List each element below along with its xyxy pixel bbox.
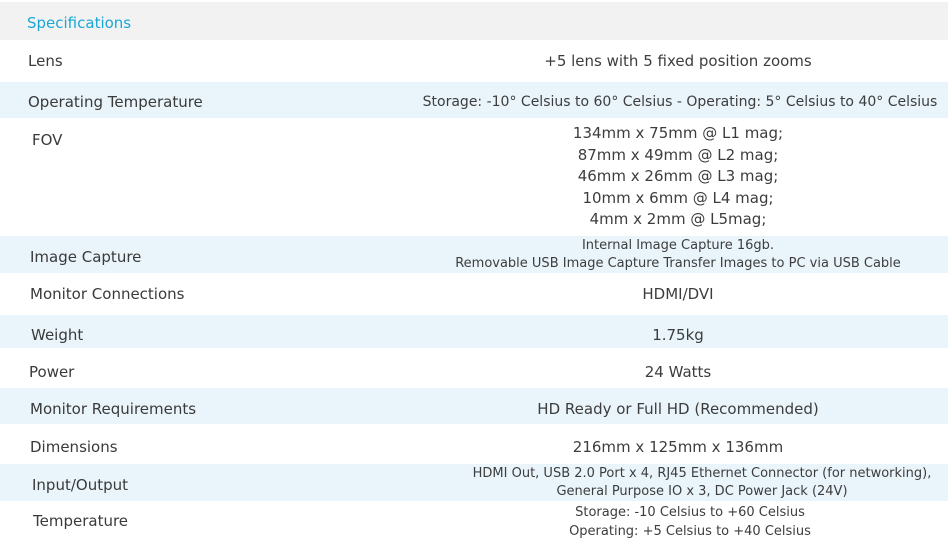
spec-row-fov: FOV 134mm x 75mm @ L1 mag; 87mm x 49mm @… — [0, 119, 948, 235]
spec-row-input-output: Input/Output HDMI Out, USB 2.0 Port x 4,… — [0, 464, 948, 501]
spec-label: Lens — [28, 52, 63, 70]
specifications-header: Specifications — [0, 2, 948, 40]
spec-row-temperature: Temperature Storage: -10 Celsius to +60 … — [0, 502, 948, 542]
spec-row-weight: Weight 1.75kg — [0, 315, 948, 348]
spec-value: 1.75kg — [410, 326, 946, 344]
spec-value: 216mm x 125mm x 136mm — [410, 438, 946, 456]
spec-value: HDMI/DVI — [410, 285, 946, 303]
spec-value-line: Removable USB Image Capture Transfer Ima… — [455, 255, 901, 271]
spec-row-monitor-connections: Monitor Connections HDMI/DVI — [0, 274, 948, 314]
spec-value-line: HDMI/DVI — [642, 285, 714, 303]
spec-value-line: 4mm x 2mm @ L5mag; — [589, 210, 767, 228]
spec-label: Operating Temperature — [28, 93, 203, 111]
spec-label: Weight — [31, 326, 84, 344]
spec-row-image-capture: Image Capture Internal Image Capture 16g… — [0, 236, 948, 273]
spec-value-line: Storage: -10° Celsius to 60° Celsius - O… — [422, 94, 938, 110]
spec-row-dimensions: Dimensions 216mm x 125mm x 136mm — [0, 425, 948, 463]
spec-value-line: HDMI Out, USB 2.0 Port x 4, RJ45 Etherne… — [472, 466, 932, 481]
spec-value: HDMI Out, USB 2.0 Port x 4, RJ45 Etherne… — [436, 465, 948, 501]
spec-label: Power — [29, 363, 75, 381]
spec-label: Dimensions — [30, 438, 118, 456]
spec-value-line: 1.75kg — [652, 326, 704, 344]
specifications-title: Specifications — [27, 14, 132, 32]
spec-value-line: 10mm x 6mm @ L4 mag; — [582, 188, 774, 207]
spec-row-operating-temperature: Operating Temperature Storage: -10° Cels… — [0, 82, 948, 118]
spec-value-line: Storage: -10 Celsius to +60 Celsius — [575, 505, 805, 520]
spec-value-line: 216mm x 125mm x 136mm — [572, 438, 784, 456]
spec-value: HD Ready or Full HD (Recommended) — [410, 400, 946, 418]
spec-value-line: 134mm x 75mm @ L1 mag; — [572, 124, 784, 142]
spec-value: +5 lens with 5 fixed position zooms — [410, 52, 946, 70]
spec-value-line: 87mm x 49mm @ L2 mag; — [577, 145, 779, 164]
spec-label: Monitor Connections — [30, 285, 185, 303]
spec-label: Temperature — [33, 512, 129, 530]
spec-label: Image Capture — [30, 248, 142, 266]
spec-value: Internal Image Capture 16gb. Removable U… — [410, 237, 946, 272]
spec-row-monitor-requirements: Monitor Requirements HD Ready or Full HD… — [0, 388, 948, 424]
spec-value-line: General Purpose IO x 3, DC Power Jack (2… — [556, 484, 848, 499]
spec-value: Storage: -10° Celsius to 60° Celsius - O… — [416, 93, 944, 111]
spec-value-line: 24 Watts — [644, 363, 712, 381]
spec-value: 134mm x 75mm @ L1 mag; 87mm x 49mm @ L2 … — [410, 123, 946, 231]
spec-value-line: HD Ready or Full HD (Recommended) — [537, 400, 819, 418]
spec-value: Storage: -10 Celsius to +60 Celsius Oper… — [422, 503, 948, 541]
spec-label: Monitor Requirements — [30, 400, 197, 418]
spec-value-line: Internal Image Capture 16gb. — [581, 238, 775, 253]
spec-value-line: Operating: +5 Celsius to +40 Celsius — [569, 524, 811, 539]
spec-label: Input/Output — [32, 476, 128, 494]
spec-row-power: Power 24 Watts — [0, 349, 948, 387]
spec-label: FOV — [32, 131, 63, 149]
spec-value-line: 46mm x 26mm @ L3 mag; — [577, 167, 779, 185]
spec-row-lens: Lens +5 lens with 5 fixed position zooms — [0, 41, 948, 81]
spec-value: 24 Watts — [410, 363, 946, 381]
spec-value-line: +5 lens with 5 fixed position zooms — [544, 52, 812, 70]
